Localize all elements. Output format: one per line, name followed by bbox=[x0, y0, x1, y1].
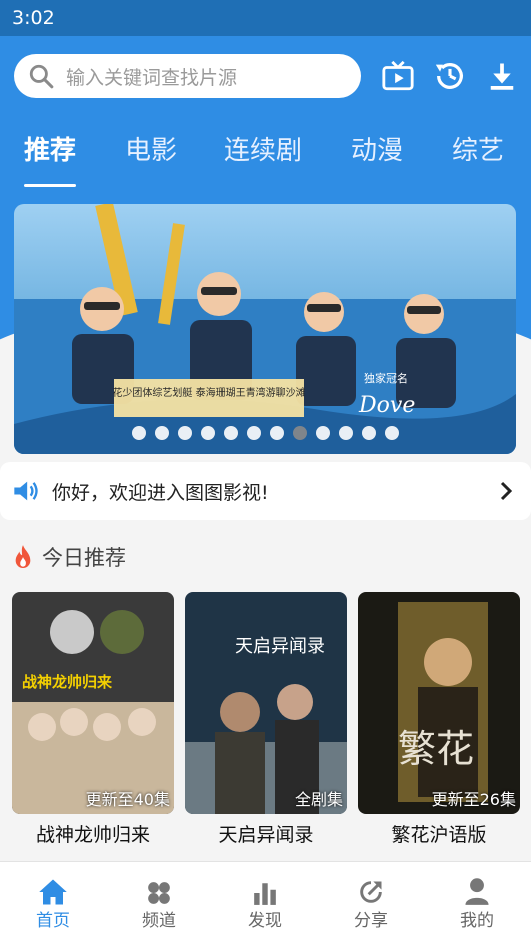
today-section-title: 今日推荐 bbox=[42, 546, 126, 570]
nav-discover[interactable]: 发现 bbox=[212, 874, 318, 931]
carousel-dot[interactable] bbox=[269, 426, 284, 440]
carousel-dot[interactable] bbox=[315, 426, 330, 440]
search-bar[interactable]: 输入关键词查找片源 bbox=[14, 54, 361, 98]
carousel-dot[interactable] bbox=[131, 426, 146, 440]
carousel-dot[interactable] bbox=[338, 426, 353, 440]
nav-mine[interactable]: 我的 bbox=[424, 874, 530, 931]
tab-anime[interactable]: 动漫 bbox=[351, 130, 403, 167]
tab-series[interactable]: 连续剧 bbox=[224, 130, 302, 167]
category-tabs: 推荐 电影 连续剧 动漫 综艺 bbox=[0, 130, 531, 190]
chart-icon bbox=[254, 883, 276, 905]
status-bar: 3:02 bbox=[0, 0, 531, 36]
card-title: 战神龙帅归来 bbox=[35, 824, 150, 846]
carousel-dot[interactable] bbox=[154, 426, 169, 440]
nav-share-label: 分享 bbox=[354, 911, 388, 931]
chevron-right-icon bbox=[500, 481, 513, 501]
recommend-card[interactable]: 繁花 更新至26集 繁花沪语版 bbox=[358, 592, 520, 847]
bottom-navigation: 首页 频道 发现 分享 我的 bbox=[0, 861, 531, 944]
tab-movie[interactable]: 电影 bbox=[125, 130, 177, 167]
carousel-dot[interactable] bbox=[246, 426, 261, 440]
nav-mine-label: 我的 bbox=[460, 911, 494, 931]
today-section-header: 今日推荐 bbox=[12, 542, 126, 572]
recommend-card[interactable]: 战神龙帅归来 更新至40集 战神龙帅归来 bbox=[12, 592, 174, 847]
status-time: 3:02 bbox=[12, 7, 55, 29]
nav-share[interactable]: 分享 bbox=[318, 874, 424, 931]
poster-title-art: 天启异闻录 bbox=[235, 636, 325, 657]
search-placeholder: 输入关键词查找片源 bbox=[66, 66, 238, 89]
poster-image: 天启异闻录 全剧集 bbox=[185, 592, 347, 814]
episode-badge: 更新至26集 bbox=[431, 790, 516, 809]
poster-title-art: 战神龙帅归来 bbox=[22, 673, 113, 691]
poster-title-art: 繁花 bbox=[398, 727, 474, 771]
active-tab-indicator bbox=[24, 184, 76, 187]
tab-recommend[interactable]: 推荐 bbox=[24, 130, 76, 167]
nav-channel[interactable]: 频道 bbox=[106, 874, 212, 931]
carousel-dot[interactable] bbox=[292, 426, 307, 440]
carousel-dot[interactable] bbox=[361, 426, 376, 440]
nav-discover-label: 发现 bbox=[248, 911, 282, 931]
carousel-dot[interactable] bbox=[384, 426, 399, 440]
tab-variety[interactable]: 综艺 bbox=[452, 130, 504, 167]
banner-image: 花少团体综艺划艇 泰海珊瑚王青湾游聊沙滩 独家冠名 Dove bbox=[14, 204, 516, 454]
carousel-dot[interactable] bbox=[223, 426, 238, 440]
notice-text: 你好，欢迎进入图图影视! bbox=[52, 481, 269, 504]
notice-bar[interactable]: 你好，欢迎进入图图影视! bbox=[0, 462, 531, 520]
poster-image: 战神龙帅归来 更新至40集 bbox=[12, 592, 174, 814]
home-icon bbox=[39, 879, 67, 905]
recommend-card[interactable]: 天启异闻录 全剧集 天启异闻录 bbox=[185, 592, 347, 847]
carousel-dots bbox=[14, 426, 516, 440]
nav-home[interactable]: 首页 bbox=[0, 874, 106, 931]
share-icon bbox=[360, 881, 382, 903]
fire-icon bbox=[15, 545, 31, 568]
download-icon[interactable] bbox=[484, 56, 520, 96]
speaker-icon bbox=[14, 481, 38, 501]
tv-icon[interactable] bbox=[380, 56, 416, 96]
search-icon bbox=[29, 64, 54, 89]
poster-image: 繁花 更新至26集 bbox=[358, 592, 520, 814]
episode-badge: 更新至40集 bbox=[85, 790, 170, 809]
banner-overlay-text: 花少团体综艺划艇 泰海珊瑚王青湾游聊沙滩 bbox=[112, 386, 305, 399]
carousel-dot[interactable] bbox=[200, 426, 215, 440]
card-title: 繁花沪语版 bbox=[391, 824, 487, 846]
channel-icon bbox=[148, 882, 170, 904]
nav-channel-label: 频道 bbox=[142, 911, 176, 931]
nav-home-label: 首页 bbox=[36, 911, 70, 931]
episode-badge: 全剧集 bbox=[294, 790, 343, 809]
card-title: 天启异闻录 bbox=[218, 824, 314, 846]
sponsor-label: 独家冠名 bbox=[364, 371, 408, 385]
carousel-dot[interactable] bbox=[177, 426, 192, 440]
history-icon[interactable] bbox=[432, 56, 468, 96]
user-icon bbox=[465, 878, 489, 905]
banner-carousel[interactable]: 花少团体综艺划艇 泰海珊瑚王青湾游聊沙滩 独家冠名 Dove bbox=[14, 204, 516, 454]
sponsor-brand: Dove bbox=[358, 393, 415, 418]
